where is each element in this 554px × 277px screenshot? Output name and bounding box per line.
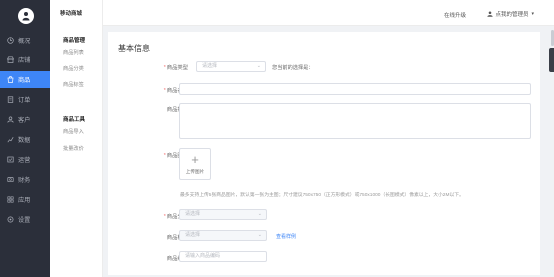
sub-link-goods-import[interactable]: 商品导入 bbox=[63, 128, 84, 135]
store-icon bbox=[6, 56, 14, 64]
nav-item-finance[interactable]: 财务 bbox=[0, 171, 50, 188]
overview-icon bbox=[6, 37, 14, 45]
plus-icon: + bbox=[191, 152, 199, 167]
desc-textarea[interactable] bbox=[179, 103, 531, 139]
sub-link-goods-tag[interactable]: 商品标签 bbox=[63, 81, 84, 88]
nav-item-order[interactable]: 订单 bbox=[0, 91, 50, 108]
user-avatar-icon bbox=[22, 12, 30, 21]
tag-label: 商品标签 bbox=[166, 235, 188, 241]
data-icon bbox=[6, 136, 14, 144]
goods-icon bbox=[6, 76, 14, 84]
operation-icon bbox=[6, 156, 14, 164]
upload-label: 上传图片 bbox=[185, 169, 205, 174]
section-title: 基本信息 bbox=[118, 44, 150, 53]
nav-item-label: 商品 bbox=[18, 77, 31, 84]
sub-link-batch-price[interactable]: 批量改价 bbox=[63, 145, 84, 152]
app-name: 移动商城 bbox=[60, 11, 83, 17]
nav-item-overview[interactable]: 概况 bbox=[0, 32, 50, 49]
apps-icon bbox=[6, 196, 14, 204]
code-label: 商品编码 bbox=[166, 256, 188, 262]
sub-link-goods-list[interactable]: 商品列表 bbox=[63, 49, 84, 56]
type-select-placeholder: 请选择 bbox=[202, 63, 218, 69]
nav-item-store[interactable]: 店铺 bbox=[0, 51, 50, 68]
nav-item-label: 店铺 bbox=[18, 57, 31, 64]
nav-item-goods[interactable]: 商品 bbox=[0, 71, 50, 88]
name-input[interactable] bbox=[179, 83, 531, 95]
category-select[interactable]: 请选择 ⌄ bbox=[179, 209, 267, 220]
logo[interactable] bbox=[18, 8, 34, 24]
order-icon bbox=[6, 96, 14, 104]
nav-item-label: 客户 bbox=[18, 117, 31, 124]
nav-item-label: 概况 bbox=[18, 38, 31, 45]
desc-label: 商品描述 bbox=[166, 107, 188, 113]
view-sample-link[interactable]: 查看样例 bbox=[276, 233, 296, 240]
required-mark: * bbox=[163, 214, 166, 220]
type-label: *商品类型 bbox=[163, 65, 188, 71]
nav-item-label: 设置 bbox=[18, 217, 31, 224]
customer-icon bbox=[6, 116, 14, 124]
sub-group-goods-tools: 商品工具 bbox=[63, 117, 86, 123]
finance-icon bbox=[6, 176, 14, 184]
user-icon bbox=[487, 11, 494, 17]
chevron-down-icon: ▾ bbox=[531, 11, 534, 17]
chevron-down-icon: ⌄ bbox=[257, 232, 262, 238]
nav-item-label: 应用 bbox=[18, 197, 31, 204]
required-mark: * bbox=[163, 153, 166, 159]
upgrade-link[interactable]: 在线升级 bbox=[444, 11, 466, 19]
image-hint: 最多支持上传5张商品图片，默认第一张为主图；尺寸建议750x750（正方形模式）… bbox=[180, 193, 464, 198]
sub-link-goods-category[interactable]: 商品分类 bbox=[63, 65, 84, 72]
required-mark: * bbox=[163, 65, 166, 71]
user-name: 点我的管理员 bbox=[495, 12, 529, 18]
basic-info-card: 基本信息 *商品类型 请选择 ⌄ 您当前的选择是： *商品名称 商品描述 *商品… bbox=[108, 32, 540, 275]
image-label: *商品图片 bbox=[163, 153, 188, 159]
nav-item-label: 运营 bbox=[18, 157, 31, 164]
category-label: *商品分类 bbox=[163, 214, 188, 220]
top-bar: 在线升级 点我的管理员 ▾ bbox=[103, 0, 554, 26]
nav-item-data[interactable]: 数据 bbox=[0, 131, 50, 148]
required-mark: * bbox=[163, 88, 166, 94]
nav-item-label: 数据 bbox=[18, 137, 31, 144]
nav-item-label: 订单 bbox=[18, 97, 31, 104]
sub-nav: 移动商城 商品管理 商品列表 商品分类 商品标签 商品工具 商品导入 批量改价 bbox=[50, 0, 103, 277]
main-nav: 概况 店铺 商品 订单 客户 数据 运营 财务 应用 设置 bbox=[0, 0, 50, 277]
category-select-placeholder: 请选择 bbox=[185, 211, 201, 217]
tag-select-placeholder: 请选择 bbox=[185, 232, 201, 238]
nav-item-label: 财务 bbox=[18, 177, 31, 184]
nav-item-customer[interactable]: 客户 bbox=[0, 111, 50, 128]
nav-item-apps[interactable]: 应用 bbox=[0, 191, 50, 208]
side-float-tab[interactable] bbox=[549, 48, 554, 72]
nav-item-settings[interactable]: 设置 bbox=[0, 211, 50, 228]
sub-group-goods-management: 商品管理 bbox=[63, 38, 86, 44]
user-menu[interactable]: 点我的管理员 ▾ bbox=[487, 10, 534, 18]
upload-image-button[interactable]: + 上传图片 bbox=[179, 148, 211, 180]
type-note: 您当前的选择是： bbox=[272, 65, 314, 71]
nav-item-operation[interactable]: 运营 bbox=[0, 151, 50, 168]
settings-icon bbox=[6, 216, 14, 224]
chevron-down-icon: ⌄ bbox=[257, 211, 262, 217]
code-input[interactable]: 请输入商品编码 bbox=[179, 251, 267, 262]
chevron-down-icon: ⌄ bbox=[256, 63, 261, 69]
name-label: *商品名称 bbox=[163, 88, 188, 94]
tag-select[interactable]: 请选择 ⌄ bbox=[179, 230, 267, 241]
type-select[interactable]: 请选择 ⌄ bbox=[196, 61, 266, 72]
code-input-placeholder: 请输入商品编码 bbox=[185, 253, 221, 259]
